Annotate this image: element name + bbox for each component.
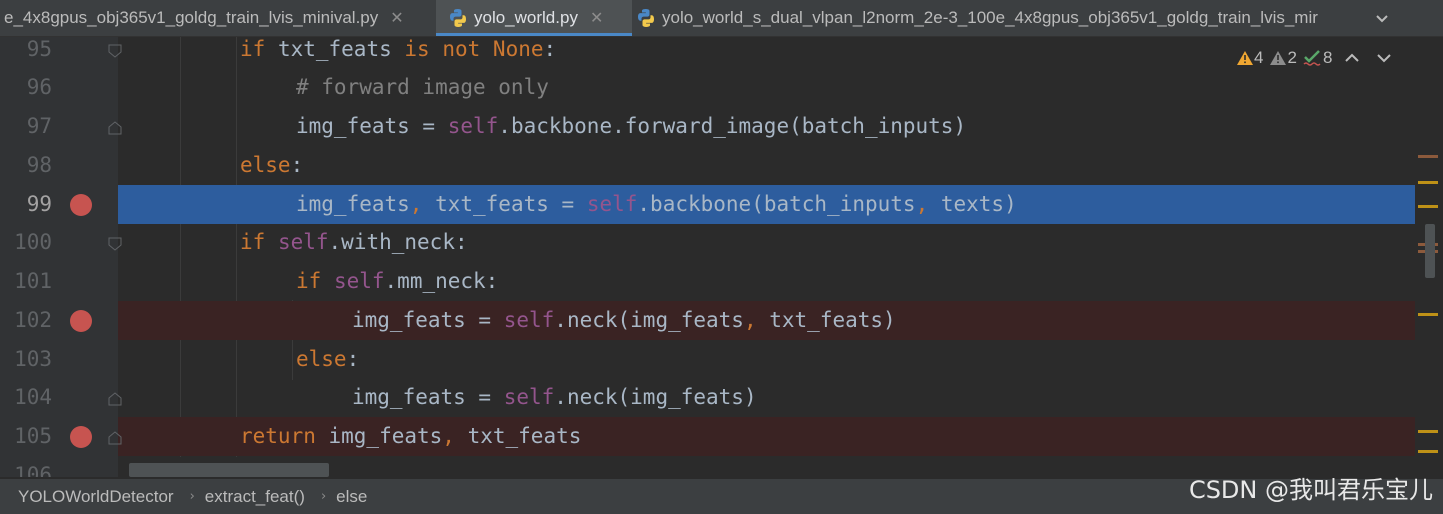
vertical-scrollbar-thumb[interactable] (1425, 224, 1435, 278)
line-number: 96 (26, 75, 52, 99)
tab-label: e_4x8gpus_obj365v1_goldg_train_lvis_mini… (4, 8, 379, 27)
code-line-97[interactable]: 97 img_feats = self.backbone.forward_ima… (0, 107, 1415, 146)
error-stripe-marker[interactable] (1418, 313, 1438, 316)
fold-end-icon[interactable] (108, 392, 122, 406)
line-number: 102 (14, 308, 52, 332)
fold-end-icon[interactable] (108, 121, 122, 135)
breakpoint-icon[interactable] (70, 310, 92, 332)
fold-marker-icon[interactable] (108, 237, 122, 251)
code-text[interactable]: if self.with_neck: (240, 223, 468, 262)
fold-marker-icon[interactable] (108, 44, 122, 58)
code-text[interactable]: img_feats = self.neck(img_feats, txt_fea… (352, 301, 896, 340)
breadcrumb-item-class[interactable]: YOLOWorldDetector (0, 487, 174, 507)
code-text[interactable]: img_feats = self.neck(img_feats) (352, 378, 757, 417)
error-stripe-marker[interactable] (1418, 181, 1438, 184)
line-number: 95 (26, 37, 52, 61)
code-text[interactable]: img_feats, txt_feats = self.backbone(bat… (296, 185, 1017, 224)
python-file-icon (450, 9, 466, 27)
tab-label: yolo_world_s_dual_vlpan_l2norm_2e-3_100e… (662, 8, 1318, 27)
code-text[interactable]: else: (296, 340, 359, 379)
code-line-96[interactable]: 96 # forward image only (0, 68, 1415, 107)
typo-count[interactable]: 8 (1303, 48, 1332, 68)
chevron-right-icon: › (320, 489, 327, 504)
typo-check-icon (1303, 50, 1321, 66)
warning-icon (1237, 51, 1253, 65)
code-line-98[interactable]: 98 else: (0, 146, 1415, 185)
python-file-icon (638, 9, 654, 27)
error-stripe-marker[interactable] (1418, 450, 1438, 453)
line-number: 103 (14, 347, 52, 371)
code-line-99[interactable]: 99 img_feats, txt_feats = self.backbone(… (0, 185, 1415, 224)
code-line-105[interactable]: 105 return img_feats, txt_feats (0, 417, 1415, 456)
code-line-100[interactable]: 100 if self.with_neck: (0, 223, 1415, 262)
breadcrumb-item-method[interactable]: extract_feat() (195, 487, 305, 507)
error-stripe-marker[interactable] (1418, 155, 1438, 158)
line-number: 104 (14, 385, 52, 409)
code-text[interactable]: if self.mm_neck: (296, 262, 498, 301)
line-number: 101 (14, 269, 52, 293)
breakpoint-icon[interactable] (70, 194, 92, 216)
fold-end-icon[interactable] (108, 431, 122, 445)
code-text[interactable]: else: (240, 146, 303, 185)
breadcrumb-item-block[interactable]: else (326, 487, 367, 507)
chevron-down-icon[interactable] (1372, 50, 1396, 66)
line-number: 97 (26, 114, 52, 138)
code-text[interactable]: if txt_feats is not None: (240, 30, 556, 69)
breakpoint-icon[interactable] (70, 426, 92, 448)
tab-label: yolo_world.py (474, 8, 578, 27)
weak-warning-icon (1270, 51, 1287, 65)
code-text[interactable]: return img_feats, txt_feats (240, 417, 581, 456)
warning-count-b[interactable]: 2 (1269, 48, 1297, 68)
horizontal-scrollbar-thumb[interactable] (129, 463, 329, 477)
line-number: 98 (26, 153, 52, 177)
error-stripe-marker[interactable] (1418, 430, 1438, 433)
code-line-104[interactable]: 104 img_feats = self.neck(img_feats) (0, 378, 1415, 417)
line-number: 99 (26, 192, 52, 216)
chevron-right-icon: › (189, 489, 195, 504)
inspection-widget[interactable]: 4 2 8 (1236, 48, 1396, 68)
code-line-102[interactable]: 102 img_feats = self.neck(img_feats, txt… (0, 301, 1415, 340)
warning-count-a[interactable]: 4 (1236, 48, 1263, 68)
close-icon[interactable]: ✕ (590, 8, 603, 28)
code-text[interactable]: img_feats = self.backbone.forward_image(… (296, 107, 966, 146)
code-line-101[interactable]: 101 if self.mm_neck: (0, 262, 1415, 301)
close-icon[interactable]: ✕ (390, 8, 403, 28)
code-line-95[interactable]: 95 if txt_feats is not None: (0, 30, 1415, 69)
code-comment[interactable]: # forward image only (296, 68, 549, 107)
code-line-103[interactable]: 103 else: (0, 340, 1415, 379)
chevron-up-icon[interactable] (1338, 50, 1366, 66)
line-number: 106 (14, 463, 52, 477)
line-number: 100 (14, 230, 52, 254)
chevron-down-icon (1376, 15, 1388, 23)
error-stripe-marker[interactable] (1418, 205, 1438, 208)
line-number: 105 (14, 424, 52, 448)
watermark: CSDN @我叫君乐宝儿 (1188, 476, 1433, 504)
